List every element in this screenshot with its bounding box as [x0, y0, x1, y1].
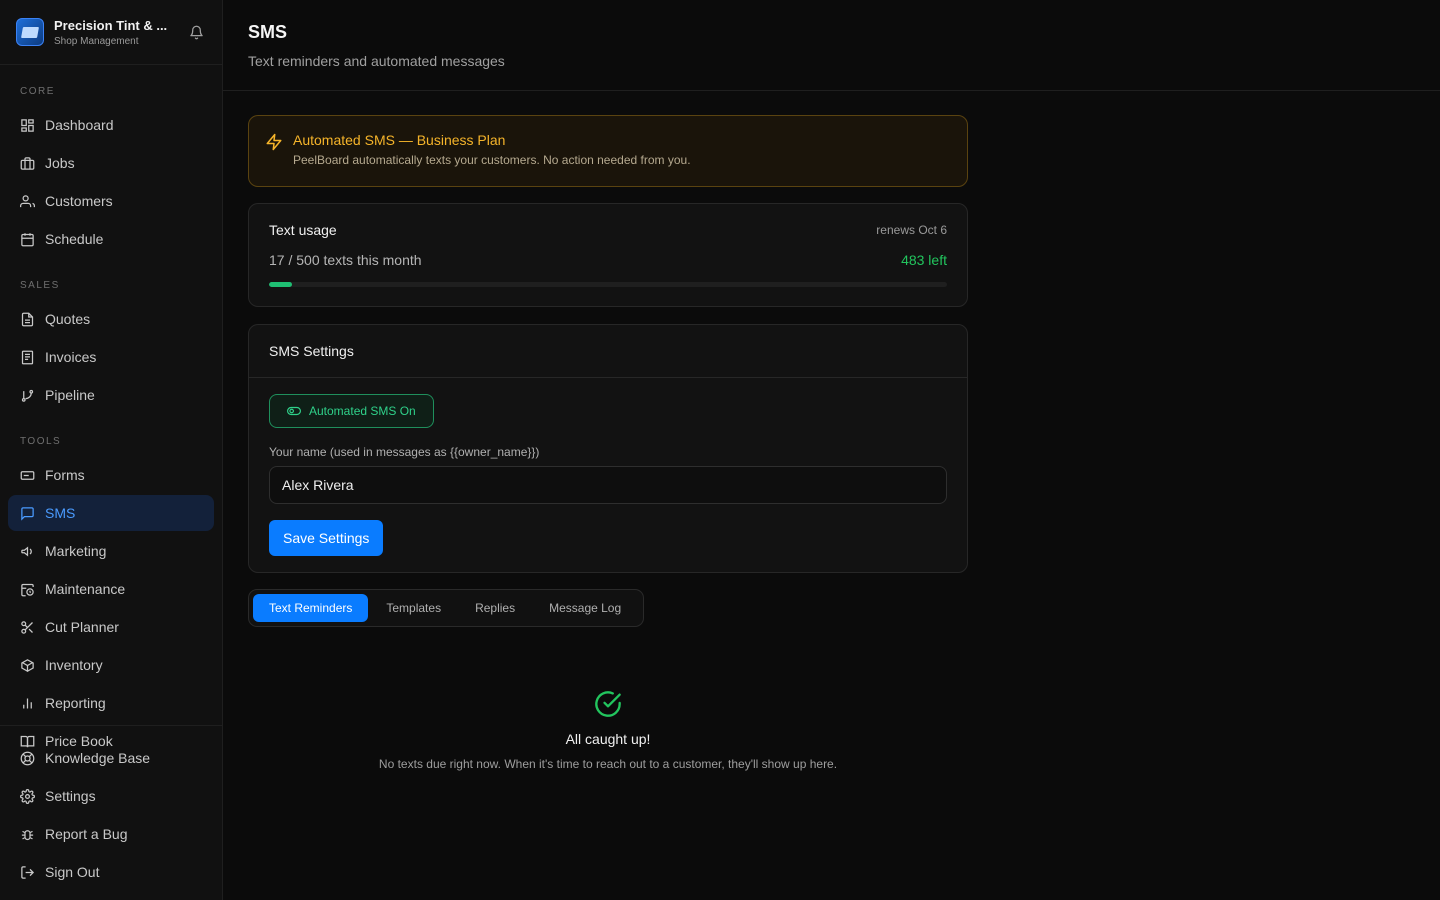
sidebar-item-customers[interactable]: Customers — [8, 183, 214, 219]
dashboard-icon — [21, 118, 34, 132]
sidebar-item-knowledge-base[interactable]: Knowledge Base — [8, 740, 214, 776]
sidebar-item-label: Inventory — [45, 657, 103, 673]
sidebar-item-invoices[interactable]: Invoices — [8, 339, 214, 375]
sidebar-item-pipeline[interactable]: Pipeline — [8, 377, 214, 413]
usage-progress-fill — [269, 282, 293, 287]
usage-title: Text usage — [269, 222, 337, 238]
box-icon — [21, 658, 34, 672]
page-subtitle: Text reminders and automated messages — [248, 53, 505, 69]
calendar-clock-icon — [21, 583, 34, 596]
section-label-core: CORE — [20, 86, 55, 97]
lightning-icon — [266, 133, 282, 151]
megaphone-icon — [21, 545, 32, 557]
sidebar-item-settings[interactable]: Settings — [8, 778, 214, 814]
form-icon — [20, 470, 35, 480]
users-icon — [20, 194, 35, 207]
scissors-icon — [21, 620, 33, 634]
sidebar-item-forms[interactable]: Forms — [8, 457, 214, 493]
usage-count: 17 / 500 texts this month — [269, 252, 422, 268]
usage-progress-bar — [269, 282, 947, 287]
sidebar-item-label: Customers — [45, 193, 113, 209]
banner-description: PeelBoard automatically texts your custo… — [293, 153, 691, 167]
toggle-label: Automated SMS On — [309, 404, 416, 418]
sidebar-item-label: SMS — [45, 505, 76, 521]
sidebar-item-report-bug[interactable]: Report a Bug — [8, 816, 214, 852]
brand-header: Precision Tint & ... Shop Management — [0, 0, 222, 65]
calendar-icon — [21, 232, 34, 246]
banner-title: Automated SMS — Business Plan — [293, 132, 506, 148]
receipt-icon — [21, 350, 34, 364]
gear-icon — [20, 788, 35, 804]
brand-logo — [16, 18, 44, 46]
text-usage-card: Text usage renews Oct 6 17 / 500 texts t… — [248, 203, 968, 307]
usage-renewal-date: renews Oct 6 — [876, 223, 947, 237]
sidebar-item-inventory[interactable]: Inventory — [8, 647, 214, 683]
tab-message-log[interactable]: Message Log — [533, 594, 637, 622]
sidebar-footer: Knowledge Base Settings Report a Bug Sig… — [0, 725, 222, 892]
save-settings-button[interactable]: Save Settings — [269, 520, 384, 556]
usage-remaining: 483 left — [901, 252, 947, 268]
sms-tabs: Text Reminders Templates Replies Message… — [248, 589, 645, 627]
sidebar-item-label: Settings — [45, 788, 96, 804]
lifebuoy-icon — [20, 751, 35, 765]
sidebar-item-label: Marketing — [45, 543, 107, 559]
sidebar-item-label: Invoices — [45, 349, 97, 365]
page-title: SMS — [248, 22, 288, 42]
settings-title: SMS Settings — [249, 325, 967, 378]
sidebar-item-maintenance[interactable]: Maintenance — [8, 571, 214, 607]
page-header: SMS Text reminders and automated message… — [223, 0, 1440, 91]
tab-text-reminders[interactable]: Text Reminders — [253, 594, 369, 622]
automated-sms-banner: Automated SMS — Business Plan PeelBoard … — [248, 115, 968, 187]
bar-chart-icon — [23, 698, 32, 708]
sidebar-item-schedule[interactable]: Schedule — [8, 221, 214, 257]
sidebar-item-jobs[interactable]: Jobs — [8, 145, 214, 181]
brand-subtitle: Shop Management — [54, 35, 139, 47]
owner-name-input[interactable] — [269, 466, 947, 504]
sidebar-item-quotes[interactable]: Quotes — [8, 301, 214, 337]
empty-state-title: All caught up! — [565, 731, 651, 747]
check-circle-icon — [595, 691, 621, 717]
sidebar-item-label: Maintenance — [45, 581, 126, 597]
toggle-icon — [287, 406, 301, 416]
owner-name-label: Your name (used in messages as {{owner_n… — [269, 445, 540, 459]
section-label-sales: SALES — [20, 280, 60, 291]
brand-name: Precision Tint & ... — [54, 17, 168, 33]
message-icon — [21, 506, 34, 521]
sidebar: Precision Tint & ... Shop Management COR… — [0, 0, 223, 900]
sidebar-item-label: Report a Bug — [45, 826, 128, 842]
sidebar-item-sign-out[interactable]: Sign Out — [8, 854, 214, 890]
tab-templates[interactable]: Templates — [370, 594, 457, 622]
sidebar-item-label: Forms — [45, 467, 85, 483]
sidebar-item-label: Jobs — [45, 155, 75, 171]
sidebar-item-label: Cut Planner — [45, 619, 119, 635]
empty-state-description: No texts due right now. When it's time t… — [378, 757, 838, 771]
briefcase-icon — [20, 156, 35, 170]
empty-state: All caught up! No texts due right now. W… — [223, 690, 993, 771]
bug-icon — [21, 829, 34, 840]
section-label-tools: TOOLS — [20, 436, 62, 447]
automated-sms-toggle[interactable]: Automated SMS On — [269, 394, 434, 428]
sidebar-item-cut-planner[interactable]: Cut Planner — [8, 609, 214, 645]
main-content: SMS Text reminders and automated message… — [223, 0, 1440, 900]
sidebar-item-label: Pipeline — [45, 387, 95, 403]
bell-icon[interactable] — [186, 22, 206, 42]
sidebar-item-marketing[interactable]: Marketing — [8, 533, 214, 569]
sidebar-item-label: Reporting — [45, 695, 106, 711]
document-icon — [21, 312, 34, 326]
branch-icon — [21, 389, 34, 402]
sidebar-item-label: Schedule — [45, 231, 104, 247]
sign-out-icon — [21, 865, 35, 879]
sidebar-item-label: Sign Out — [45, 864, 100, 880]
tab-replies[interactable]: Replies — [459, 594, 531, 622]
sidebar-item-label: Quotes — [45, 311, 91, 327]
sidebar-item-label: Knowledge Base — [45, 750, 151, 766]
sidebar-item-reporting[interactable]: Reporting — [8, 685, 214, 721]
sms-settings-card: SMS Settings Automated SMS On Your name … — [248, 324, 968, 573]
sidebar-item-sms[interactable]: SMS — [8, 495, 214, 531]
sidebar-item-dashboard[interactable]: Dashboard — [8, 107, 214, 143]
sidebar-item-label: Dashboard — [45, 117, 114, 133]
